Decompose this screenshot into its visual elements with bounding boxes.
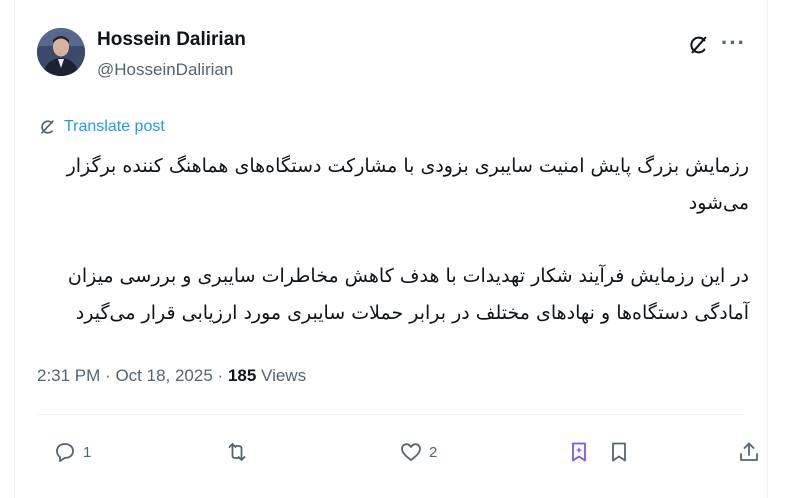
reply-icon [56,443,74,462]
post-paragraph-2: در این رزمایش فرآیند شکار تهدیدات با هدف… [67,265,749,324]
meta-separator: · [105,366,111,385]
avatar[interactable] [37,28,85,76]
bookmark-button[interactable] [607,440,631,464]
bookmark-icon [612,442,626,462]
meta-separator: · [217,366,224,385]
grok-bookmark-button[interactable] [567,440,591,464]
more-options-button[interactable]: ··· [721,30,746,56]
like-button[interactable]: 2 [399,440,437,464]
views-label: Views [261,366,307,385]
views-count: 185 [227,366,257,385]
author-name[interactable]: Hossein Dalirian [97,29,246,51]
reply-button[interactable]: 1 [53,440,91,464]
author-handle[interactable]: @HosseinDalirian [97,60,233,80]
divider [37,414,745,415]
heart-icon [401,443,421,461]
grok-bookmark-icon [572,442,586,462]
repost-button[interactable] [225,440,255,464]
translate-icon [41,120,54,134]
reply-count: 1 [83,443,92,461]
grok-icon[interactable] [687,34,709,56]
like-count: 2 [429,443,438,461]
post-paragraph-1: رزمایش بزرگ پایش امنیت سایبری بزودی با م… [66,155,749,214]
action-bar: 1 2 [37,440,758,474]
post-card: Hossein Dalirian @HosseinDalirian ··· Tr… [14,0,768,498]
post-time[interactable]: 2:31 PM [37,366,100,385]
post-meta: 2:31 PM · Oct 18, 2025 · 185 Views [37,366,306,386]
share-button[interactable] [737,440,761,464]
share-icon [740,442,758,461]
repost-icon [228,443,246,461]
post-date[interactable]: Oct 18, 2025 [115,366,212,385]
translate-post-link[interactable]: Translate post [37,117,165,137]
translate-post-label: Translate post [64,118,165,135]
